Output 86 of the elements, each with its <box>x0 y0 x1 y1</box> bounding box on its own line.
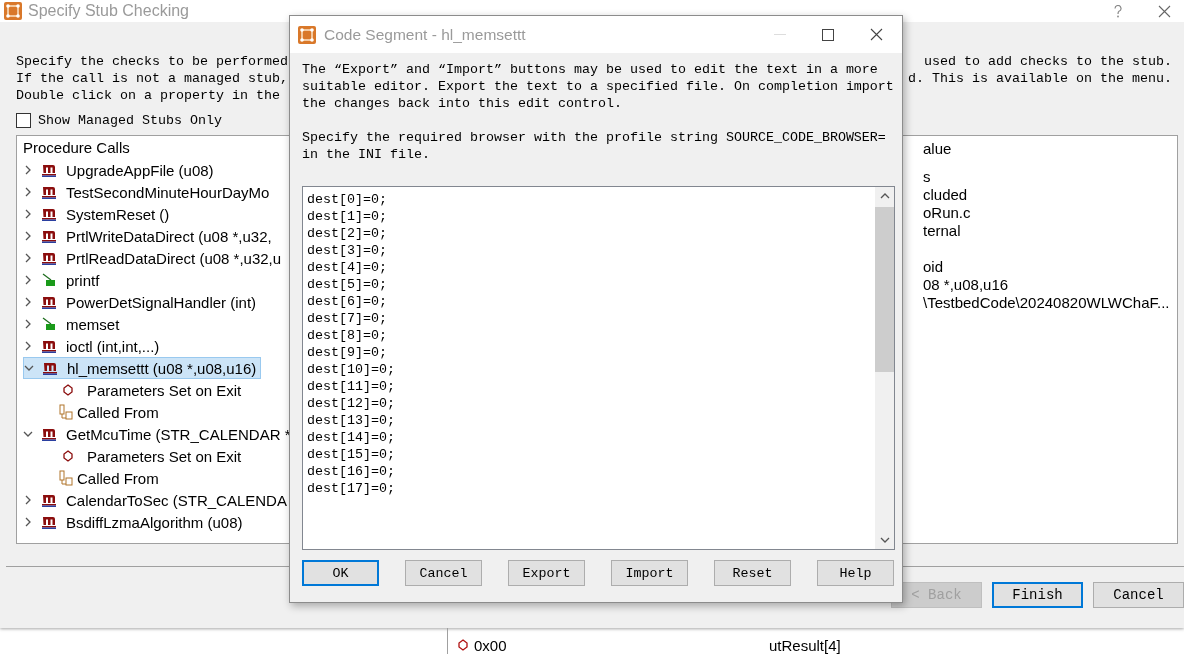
diamond-icon <box>63 384 73 396</box>
scrollbar[interactable] <box>875 187 894 549</box>
list-value: 0x00 <box>474 636 508 654</box>
column-header: Procedure Calls <box>23 138 130 158</box>
tree-item[interactable]: PrtlReadDataDirect (u08 *,u32,u <box>23 247 286 269</box>
help-icon[interactable] <box>1114 4 1122 18</box>
code-editor[interactable]: dest[0]=0; dest[1]=0; dest[2]=0; dest[3]=0; dest[4]=0; dest[5]=0; dest[6]=0; dest[7]=0; dest[8]=0; dest[9]=0; dest[10]=0; dest[11]=0; dest[12]=0; dest[13]=0; dest[14]=0; dest[15]=0; dest[16]=0; dest[17]=0; <box>302 186 895 550</box>
function-icon <box>42 273 56 287</box>
scroll-up-icon[interactable] <box>879 193 890 199</box>
method-icon <box>42 207 56 221</box>
tree-item[interactable]: ioctl (int,int,...) <box>23 335 164 357</box>
scroll-down-icon[interactable] <box>879 537 890 543</box>
help-text: Specify the required browser with the profile string SOURCE_CODE_BROWSER= in the INI file. <box>302 129 887 163</box>
call-tree-icon <box>59 470 73 486</box>
method-icon <box>43 361 57 375</box>
function-icon <box>42 317 56 331</box>
diamond-icon <box>63 450 73 462</box>
expand-chevron-icon[interactable] <box>23 297 33 307</box>
tree-item[interactable]: UpgradeAppFile (u08) <box>23 159 218 181</box>
close-icon[interactable] <box>869 28 883 41</box>
instruction-text: Specify the checks to be performed <box>16 53 288 70</box>
tree-item[interactable]: printf <box>23 269 104 291</box>
window-title: Specify Stub Checking <box>28 2 190 20</box>
instruction-text: Double click on a property in the <box>16 87 280 104</box>
collapse-chevron-icon[interactable] <box>23 429 33 439</box>
dialog-button[interactable]: Reset <box>714 560 791 586</box>
property-value: \TestbedCode\20240820WLWChaF... <box>923 294 1170 311</box>
expand-chevron-icon[interactable] <box>23 319 33 329</box>
instruction-text: d. This is available on the menu. <box>908 70 1172 87</box>
expand-chevron-icon[interactable] <box>23 209 33 219</box>
tree-item[interactable]: Called From <box>23 467 163 489</box>
property-value: cluded <box>923 186 968 203</box>
collapse-chevron-icon[interactable] <box>24 363 34 373</box>
instruction-text: used to add checks to the stub. <box>924 53 1172 70</box>
dialog-title: Code Segment - hl_memsettt <box>324 25 527 44</box>
method-icon <box>42 493 56 507</box>
tree-item[interactable]: BsdiffLzmaAlgorithm (u08) <box>23 511 247 533</box>
instruction-text: If the call is not a managed stub, <box>16 70 288 87</box>
expand-chevron-icon[interactable] <box>23 517 33 527</box>
wizard-button[interactable]: Finish <box>992 582 1083 608</box>
property-value: 08 *,u08,u16 <box>923 276 1009 293</box>
list-name: utResult[4] <box>769 636 841 654</box>
tree-item[interactable]: memset <box>23 313 124 335</box>
diamond-icon <box>458 639 468 651</box>
tree-item[interactable]: CalendarToSec (STR_CALENDA <box>23 489 291 511</box>
tree-item[interactable]: TestSecondMinuteHourDayMo <box>23 181 274 203</box>
property-value: oRun.c <box>923 204 971 221</box>
column-header: alue <box>923 139 953 159</box>
method-icon <box>42 427 56 441</box>
dialog-button[interactable]: Cancel <box>405 560 482 586</box>
method-icon <box>42 515 56 529</box>
method-icon <box>42 251 56 265</box>
dialog-button[interactable]: Import <box>611 560 688 586</box>
expand-chevron-icon[interactable] <box>23 187 33 197</box>
expand-chevron-icon[interactable] <box>23 165 33 175</box>
dialog-button[interactable]: Export <box>508 560 585 586</box>
property-value: oid <box>923 258 944 275</box>
tree-item[interactable]: PrtlWriteDataDirect (u08 *,u32, <box>23 225 276 247</box>
property-value: s <box>923 168 931 185</box>
call-tree-icon <box>59 404 73 420</box>
dialog-button[interactable]: Help <box>817 560 894 586</box>
checkbox[interactable] <box>16 112 31 128</box>
close-icon[interactable] <box>1157 4 1171 18</box>
help-text: The “Export” and “Import” buttons may be used to edit the text in a more suitable editor. Export the text to a specified file. On completion import the changes back into this edit control. <box>302 61 895 112</box>
expand-chevron-icon[interactable] <box>23 495 33 505</box>
method-icon <box>42 339 56 353</box>
expand-chevron-icon[interactable] <box>23 341 33 351</box>
expand-chevron-icon[interactable] <box>23 275 33 285</box>
method-icon <box>42 229 56 243</box>
property-value: ternal <box>923 222 961 239</box>
method-icon <box>42 295 56 309</box>
tree-item[interactable]: Parameters Set on Exit <box>23 379 246 401</box>
maximize-icon[interactable] <box>822 28 834 41</box>
tree-item[interactable]: PowerDetSignalHandler (int) <box>23 291 261 313</box>
dialog-button[interactable]: OK <box>302 560 379 586</box>
tree-item[interactable]: Parameters Set on Exit <box>23 445 246 467</box>
method-icon <box>42 185 56 199</box>
method-icon <box>42 163 56 177</box>
wizard-button[interactable]: Cancel <box>1093 582 1184 608</box>
expand-chevron-icon[interactable] <box>23 253 33 263</box>
expand-chevron-icon[interactable] <box>23 231 33 241</box>
checkbox-label: Show Managed Stubs Only <box>38 112 222 128</box>
app-icon <box>298 25 316 44</box>
tree-item[interactable]: SystemReset () <box>23 203 174 225</box>
tree-item[interactable]: Called From <box>23 401 163 423</box>
tree-item[interactable]: hl_memsettt (u08 *,u08,u16) <box>23 357 262 379</box>
